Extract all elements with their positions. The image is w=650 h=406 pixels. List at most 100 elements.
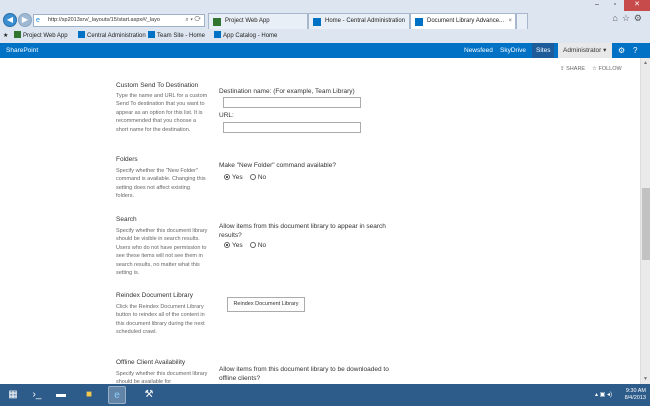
suite-bar: SharePoint Newsfeed SkyDrive Sites Admin… xyxy=(0,43,650,58)
settings-content: Custom Send To Destination Type the name… xyxy=(0,78,640,384)
destination-name-input[interactable] xyxy=(223,97,361,108)
send-to-title: Custom Send To Destination xyxy=(116,82,199,89)
tab-label: Home - Central Administration xyxy=(325,18,406,24)
favorites-star-icon[interactable]: ★ xyxy=(3,30,8,43)
clock[interactable]: 9:30 AM 8/4/2013 xyxy=(625,388,646,402)
follow-label: FOLLOW xyxy=(598,66,622,72)
settings-gear-icon[interactable]: ⚙ xyxy=(618,43,625,58)
scroll-thumb[interactable] xyxy=(642,188,650,260)
project-icon xyxy=(14,31,21,38)
clock-time: 9:30 AM xyxy=(625,388,646,394)
sharepoint-brand[interactable]: SharePoint xyxy=(6,43,38,58)
url-input[interactable] xyxy=(223,122,361,133)
tab-label: Project Web App xyxy=(225,18,270,24)
share-button[interactable]: ⇪ SHARE xyxy=(560,66,585,72)
favorite-label: Central Administration xyxy=(87,33,146,39)
server-manager-icon[interactable]: ▦ xyxy=(4,386,22,404)
tab-central-admin[interactable]: Home - Central Administration xyxy=(308,13,410,29)
folders-title: Folders xyxy=(116,156,138,163)
radio-selected-icon[interactable] xyxy=(224,174,230,180)
offline-description: Specify whether this document library sh… xyxy=(116,371,208,384)
folders-question: Make "New Folder" command available? xyxy=(219,162,336,169)
explorer-icon[interactable]: ▬ xyxy=(52,386,70,404)
scroll-down-icon[interactable]: ▼ xyxy=(643,376,648,382)
powershell-icon[interactable]: ›_ xyxy=(28,386,46,404)
address-tools-icon[interactable]: ⌕ ▾ ⟳ xyxy=(185,15,201,26)
folders-yes-option[interactable]: Yes xyxy=(224,174,243,181)
home-icon[interactable]: ⌂ xyxy=(612,13,621,23)
minimize-button[interactable]: – xyxy=(588,0,606,11)
follow-star-icon: ☆ xyxy=(592,66,597,72)
maximize-button[interactable]: ▫ xyxy=(606,0,624,11)
radio-unselected-icon[interactable] xyxy=(249,242,256,248)
reindex-description: Click the Reindex Document Library butto… xyxy=(116,304,205,336)
offline-title: Offline Client Availability xyxy=(116,359,186,366)
offline-question: Allow items from this document library t… xyxy=(219,366,389,382)
tab-document-library[interactable]: Document Library Advance... × xyxy=(410,13,516,29)
project-icon xyxy=(213,18,221,26)
favorites-bar: ★ Project Web App Central Administration… xyxy=(0,30,650,43)
close-tab-icon[interactable]: × xyxy=(508,14,512,29)
search-options: Yes No xyxy=(224,242,266,249)
send-to-description: Type the name and URL for a custom Send … xyxy=(116,93,208,133)
forward-button[interactable]: ▶ xyxy=(18,13,32,27)
browser-chrome: – ▫ ✕ ◀ ▶ e http://sp2013srv/_layouts/15/s… xyxy=(0,0,650,43)
tab-project-web-app[interactable]: Project Web App xyxy=(208,13,308,29)
reindex-button[interactable]: Reindex Document Library xyxy=(227,297,305,312)
sharepoint-icon xyxy=(78,31,85,38)
favorite-app-catalog[interactable]: App Catalog - Home xyxy=(214,30,277,43)
favorites-star-icon[interactable]: ☆ xyxy=(622,13,634,23)
windows-taskbar: ▦ ›_ ▬ ■ e ⚒ ▴ ▣ ◂) 9:30 AM 8/4/2013 xyxy=(0,384,650,406)
sharepoint-icon xyxy=(214,31,221,38)
user-menu[interactable]: Administrator ▾ xyxy=(558,43,612,58)
scroll-up-icon[interactable]: ▲ xyxy=(643,60,648,66)
favorite-label: Team Site - Home xyxy=(157,33,206,39)
no-label: No xyxy=(257,174,267,181)
favorite-central-admin[interactable]: Central Administration xyxy=(78,30,146,43)
settings-gear-icon[interactable]: ⚙ xyxy=(634,13,646,23)
central-admin-tool-icon[interactable]: ⚒ xyxy=(140,386,158,404)
favorite-team-site[interactable]: Team Site - Home xyxy=(148,30,205,43)
system-tray-icons[interactable]: ▴ ▣ ◂) xyxy=(595,391,612,398)
skydrive-link[interactable]: SkyDrive xyxy=(500,43,526,58)
newsfeed-link[interactable]: Newsfeed xyxy=(464,43,493,58)
search-no-option[interactable]: No xyxy=(249,242,267,249)
favorite-label: App Catalog - Home xyxy=(223,33,278,39)
chevron-down-icon: ▾ xyxy=(603,47,607,54)
search-question: Allow items from this document library t… xyxy=(219,223,386,239)
follow-button[interactable]: ☆ FOLLOW xyxy=(592,66,622,72)
navigation-row: ◀ ▶ e http://sp2013srv/_layouts/15/start… xyxy=(0,12,650,30)
clock-date: 8/4/2013 xyxy=(624,395,646,401)
new-tab-button[interactable] xyxy=(516,13,528,29)
no-label: No xyxy=(257,242,267,249)
search-yes-option[interactable]: Yes xyxy=(224,242,243,249)
search-title: Search xyxy=(116,216,137,223)
yes-label: Yes xyxy=(232,242,243,249)
reindex-title: Reindex Document Library xyxy=(116,292,193,299)
back-button[interactable]: ◀ xyxy=(3,13,17,27)
folders-no-option[interactable]: No xyxy=(249,174,267,181)
page-actions-bar: ⇪ SHARE ☆ FOLLOW xyxy=(0,58,640,78)
sites-link[interactable]: Sites xyxy=(532,43,555,58)
destination-name-label: Destination name: (For example, Team Lib… xyxy=(219,88,355,95)
radio-selected-icon[interactable] xyxy=(224,242,230,248)
tab-label: Document Library Advance... xyxy=(427,18,505,24)
help-icon[interactable]: ? xyxy=(633,43,637,58)
share-icon: ⇪ xyxy=(560,66,565,72)
sharepoint-icon xyxy=(148,31,155,38)
browser-tool-icons[interactable]: ⌂☆⚙ xyxy=(612,13,646,24)
internet-explorer-icon[interactable]: e xyxy=(108,386,126,404)
share-label: SHARE xyxy=(566,66,586,72)
folders-description: Specify whether the "New Folder" command… xyxy=(116,168,206,200)
page-scrollbar[interactable]: ▲ ▼ xyxy=(640,58,650,384)
user-name: Administrator xyxy=(563,47,602,54)
radio-unselected-icon[interactable] xyxy=(249,174,256,180)
sharepoint-tab-icon xyxy=(415,18,423,26)
address-bar[interactable]: e http://sp2013srv/_layouts/15/start.asp… xyxy=(33,14,205,27)
folder-icon[interactable]: ■ xyxy=(80,386,98,404)
close-window-button[interactable]: ✕ xyxy=(624,0,650,11)
search-description: Specify whether this document library sh… xyxy=(116,228,208,277)
folders-options: Yes No xyxy=(224,174,266,181)
favorite-project-web-app[interactable]: Project Web App xyxy=(14,30,68,43)
yes-label: Yes xyxy=(232,174,243,181)
